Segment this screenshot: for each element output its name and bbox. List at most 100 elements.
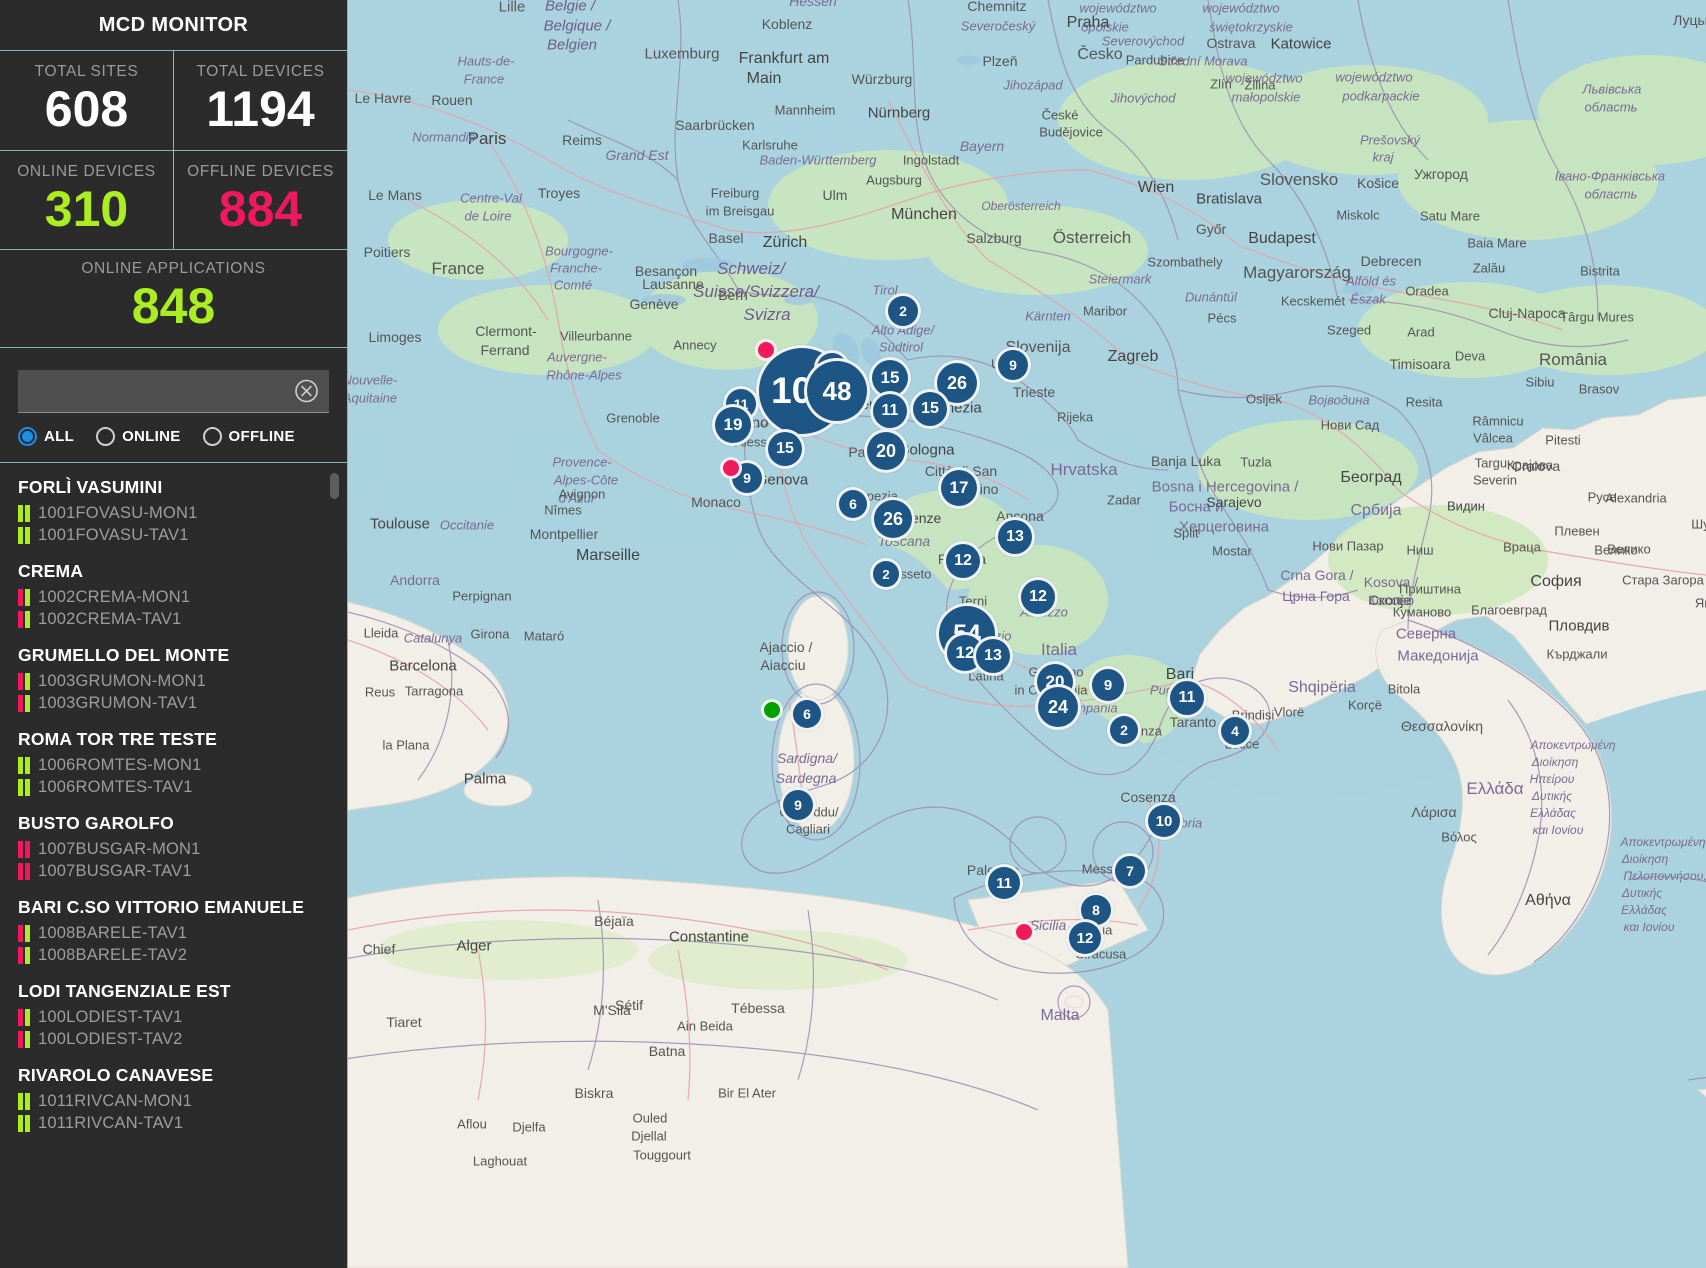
map-cluster-marker[interactable]: 48	[804, 358, 870, 424]
device-row[interactable]: 1001FOVASU-MON1	[18, 503, 347, 525]
device-row[interactable]: 1008BARELE-TAV1	[18, 923, 347, 945]
device-status-bars-icon	[18, 779, 30, 796]
map-cluster-marker[interactable]: 20	[864, 429, 908, 473]
status-bar-online	[18, 757, 23, 774]
radio-dot-online[interactable]	[96, 426, 116, 446]
clear-circle-x-icon[interactable]	[294, 378, 319, 403]
map-cluster-marker[interactable]: 17	[938, 467, 980, 509]
device-id: 1007BUSGAR-TAV1	[38, 862, 192, 880]
device-row[interactable]: 1003GRUMON-TAV1	[18, 693, 347, 715]
map-cluster-marker[interactable]: 9	[995, 347, 1031, 383]
device-id: 1003GRUMON-TAV1	[38, 694, 198, 712]
filter-box: ALL ONLINE OFFLINE	[0, 348, 347, 463]
map-cluster-marker[interactable]: 19	[712, 404, 754, 446]
map-cluster-marker[interactable]: 24	[1035, 684, 1081, 730]
site-block[interactable]: BUSTO GAROLFO 1007BUSGAR-MON1 1007BUSGAR-T…	[18, 813, 347, 883]
device-row[interactable]: 1002CREMA-MON1	[18, 587, 347, 609]
site-name: ROMA TOR TRE TESTE	[18, 728, 218, 749]
device-id: 1011RIVCAN-MON1	[38, 1092, 192, 1110]
site-block[interactable]: BARI C.SO VITTORIO EMANUELE 1008BARELE-TA…	[18, 897, 347, 967]
device-status-bars-icon	[18, 527, 30, 544]
map-cluster-marker[interactable]: 9	[780, 787, 816, 823]
map[interactable]: Lille Belgie / Belgique / Belgien Koblenz Hes…	[348, 0, 1706, 1268]
status-bar-online	[18, 505, 23, 522]
map-cluster-marker[interactable]: 12	[1018, 577, 1058, 617]
site-block[interactable]: RIVAROLO CANAVESE 1011RIVCAN-MON1 1011RIVC…	[18, 1065, 347, 1135]
kpi-total-sites: TOTAL SITES 608	[0, 51, 173, 150]
site-list-scrollbar-thumb[interactable]	[330, 472, 339, 499]
map-site-pin-online[interactable]	[761, 699, 783, 721]
site-name: BUSTO GAROLFO	[18, 812, 174, 833]
device-row[interactable]: 1003GRUMON-MON1	[18, 671, 347, 693]
status-bar-online	[25, 925, 30, 942]
device-row[interactable]: 1008BARELE-TAV2	[18, 945, 347, 967]
map-cluster-marker[interactable]: 26	[871, 497, 915, 541]
status-bar-online	[25, 611, 30, 628]
device-row[interactable]: 1007BUSGAR-MON1	[18, 839, 347, 861]
status-bar-offline	[18, 1031, 23, 1048]
device-row[interactable]: 100LODIEST-TAV1	[18, 1007, 347, 1029]
site-list[interactable]: FORLÌ VASUMINI 1001FOVASU-MON1 1001FOVASU-…	[0, 463, 347, 1268]
status-bar-online	[18, 1115, 23, 1132]
status-filter-group[interactable]: ALL ONLINE OFFLINE	[18, 426, 329, 446]
radio-all[interactable]: ALL	[18, 426, 74, 446]
status-bar-offline	[18, 947, 23, 964]
site-block[interactable]: CREMA 1002CREMA-MON1 1002CREMA-TAV1	[18, 561, 347, 631]
radio-offline[interactable]: OFFLINE	[202, 426, 295, 446]
site-block[interactable]: LODI TANGENZIALE EST 100LODIEST-TAV1 100LO…	[18, 981, 347, 1051]
map-cluster-marker[interactable]: 12	[1066, 919, 1104, 957]
map-cluster-marker[interactable]: 10	[1145, 802, 1183, 840]
map-site-pin-offline[interactable]	[755, 339, 777, 361]
device-status-bars-icon	[18, 1009, 30, 1026]
radio-dot-all[interactable]	[18, 426, 37, 446]
device-row[interactable]: 1006ROMTES-TAV1	[18, 777, 347, 799]
radio-dot-offline[interactable]	[202, 426, 222, 446]
device-status-bars-icon	[18, 589, 30, 606]
kpi-offline-devices-value: 884	[218, 180, 303, 237]
kpi-total-devices-value: 1194	[206, 81, 315, 137]
map-cluster-marker[interactable]: 15	[765, 429, 805, 469]
map-cluster-marker[interactable]: 13	[995, 517, 1035, 557]
map-cluster-marker[interactable]: 11	[870, 391, 910, 431]
device-row[interactable]: 1002CREMA-TAV1	[18, 609, 347, 631]
device-row[interactable]: 100LODIEST-TAV2	[18, 1029, 347, 1051]
device-row[interactable]: 1001FOVASU-TAV1	[18, 525, 347, 547]
map-site-pin-offline[interactable]	[720, 457, 742, 479]
map-cluster-marker[interactable]: 6	[836, 487, 870, 521]
site-name: GRUMELLO DEL MONTE	[18, 644, 230, 665]
site-block[interactable]: FORLÌ VASUMINI 1001FOVASU-MON1 1001FOVASU-…	[18, 477, 347, 547]
map-cluster-marker[interactable]: 6	[790, 697, 824, 731]
site-block[interactable]: ROMA TOR TRE TESTE 1006ROMTES-MON1 1006ROM…	[18, 729, 347, 799]
map-cluster-marker[interactable]: 4	[1218, 714, 1252, 748]
map-cluster-marker[interactable]: 13	[973, 636, 1013, 676]
map-cluster-marker[interactable]: 11	[1167, 678, 1207, 718]
map-cluster-marker[interactable]: 2	[885, 293, 921, 329]
search-input[interactable]	[18, 369, 329, 412]
map-cluster-marker[interactable]: 11	[985, 864, 1023, 902]
device-row[interactable]: 1007BUSGAR-TAV1	[18, 861, 347, 883]
site-name: RIVAROLO CANAVESE	[18, 1064, 214, 1085]
radio-online[interactable]: ONLINE	[96, 426, 180, 446]
device-row[interactable]: 1011RIVCAN-MON1	[18, 1091, 347, 1113]
map-cluster-marker[interactable]: 9	[1089, 666, 1127, 704]
device-id: 1002CREMA-TAV1	[38, 610, 182, 628]
map-cluster-marker[interactable]: 15	[910, 389, 950, 429]
status-bar-online	[25, 1031, 30, 1048]
device-status-bars-icon	[18, 695, 30, 712]
site-block[interactable]: GRUMELLO DEL MONTE 1003GRUMON-MON1 1003GRU…	[18, 645, 347, 715]
device-row[interactable]: 1006ROMTES-MON1	[18, 755, 347, 777]
device-id: 1006ROMTES-MON1	[38, 756, 202, 774]
map-cluster-marker[interactable]: 12	[943, 541, 983, 581]
map-cluster-marker[interactable]: 7	[1112, 853, 1148, 889]
search-wrap	[18, 369, 329, 413]
kpi-total-devices-label: TOTAL DEVICES	[196, 63, 325, 80]
map-cluster-marker[interactable]: 2	[1107, 713, 1141, 747]
status-bar-offline	[18, 695, 23, 712]
device-status-bars-icon	[18, 947, 30, 964]
map-site-pin-offline[interactable]	[1013, 921, 1035, 943]
device-row[interactable]: 1011RIVCAN-TAV1	[18, 1113, 347, 1135]
device-status-bars-icon	[18, 1031, 30, 1048]
kpi-offline-devices-label: OFFLINE DEVICES	[187, 162, 334, 180]
map-cluster-marker[interactable]: 2	[870, 558, 902, 590]
kpi-online-devices: ONLINE DEVICES 310	[0, 151, 173, 250]
